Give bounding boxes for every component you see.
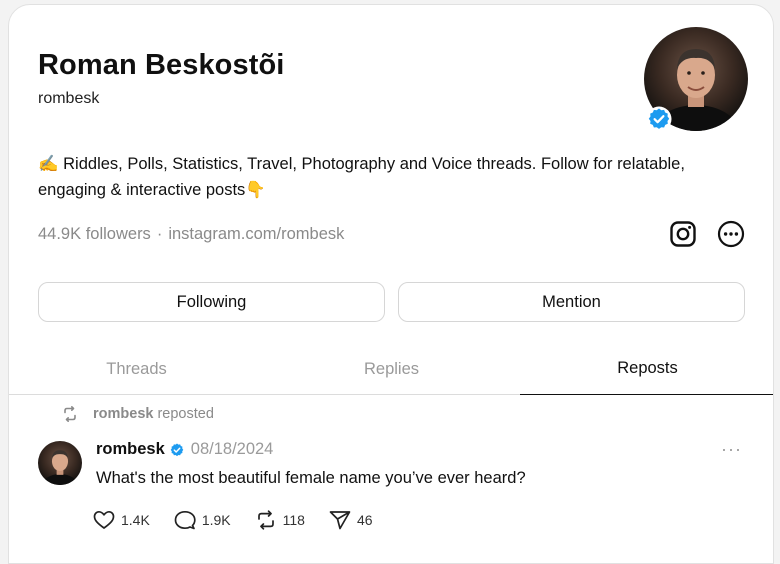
- reply-count: 1.9K: [201, 512, 231, 528]
- bio-line-2: engaging & interactive posts👇: [38, 181, 266, 199]
- profile-handle: rombesk: [38, 90, 100, 107]
- post-date[interactable]: 08/18/2024: [191, 440, 274, 459]
- comment-icon: [174, 510, 196, 530]
- post-avatar[interactable]: [38, 441, 82, 485]
- post-header: rombesk 08/18/2024: [96, 440, 273, 459]
- repost-button[interactable]: 118: [255, 510, 305, 530]
- post-username[interactable]: rombesk: [96, 440, 165, 459]
- share-count: 46: [356, 512, 373, 528]
- profile-bio: ✍️ Riddles, Polls, Statistics, Travel, P…: [38, 151, 738, 203]
- profile-card: Roman Beskostõi rombesk ✍️ Riddles, Poll…: [8, 4, 774, 564]
- meta-separator: ·: [156, 225, 163, 243]
- instagram-icon[interactable]: [668, 219, 698, 249]
- repost-user[interactable]: rombesk: [93, 406, 153, 422]
- profile-name: Roman Beskostõi: [38, 49, 285, 81]
- profile-tabs: Threads Replies Reposts: [9, 343, 773, 395]
- repost-icon: [257, 510, 274, 530]
- repost-icon: [64, 406, 76, 422]
- verified-badge-icon: [646, 106, 672, 132]
- following-button[interactable]: Following: [38, 282, 385, 322]
- repost-indicator: rombesk reposted: [61, 405, 214, 423]
- like-count: 1.4K: [121, 512, 150, 528]
- profile-link[interactable]: instagram.com/rombesk: [168, 225, 344, 243]
- followers-count[interactable]: 44.9K followers: [38, 225, 151, 243]
- repost-count: 118: [282, 512, 305, 528]
- reply-button[interactable]: 1.9K: [174, 510, 231, 530]
- verified-icon: [170, 443, 184, 456]
- profile-avatar[interactable]: [644, 27, 748, 132]
- tab-threads[interactable]: Threads: [9, 343, 264, 395]
- send-icon: [329, 511, 351, 530]
- share-button[interactable]: 46: [329, 510, 373, 530]
- profile-meta: 44.9K followers · instagram.com/rombesk: [38, 225, 344, 244]
- post-actions: 1.4K 1.9K 118 46: [93, 510, 397, 530]
- post-text: What's the most beautiful female name yo…: [96, 469, 526, 487]
- repost-label: reposted: [157, 406, 214, 422]
- tab-replies[interactable]: Replies: [264, 343, 519, 395]
- mention-button[interactable]: Mention: [398, 282, 745, 322]
- tab-reposts[interactable]: Reposts: [520, 343, 773, 395]
- post-more-icon[interactable]: ···: [721, 439, 742, 460]
- more-options-icon[interactable]: [716, 219, 746, 249]
- heart-icon: [93, 510, 115, 529]
- avatar-portrait-icon: [41, 450, 79, 485]
- bio-line-1: ✍️ Riddles, Polls, Statistics, Travel, P…: [38, 155, 685, 173]
- like-button[interactable]: 1.4K: [93, 510, 150, 530]
